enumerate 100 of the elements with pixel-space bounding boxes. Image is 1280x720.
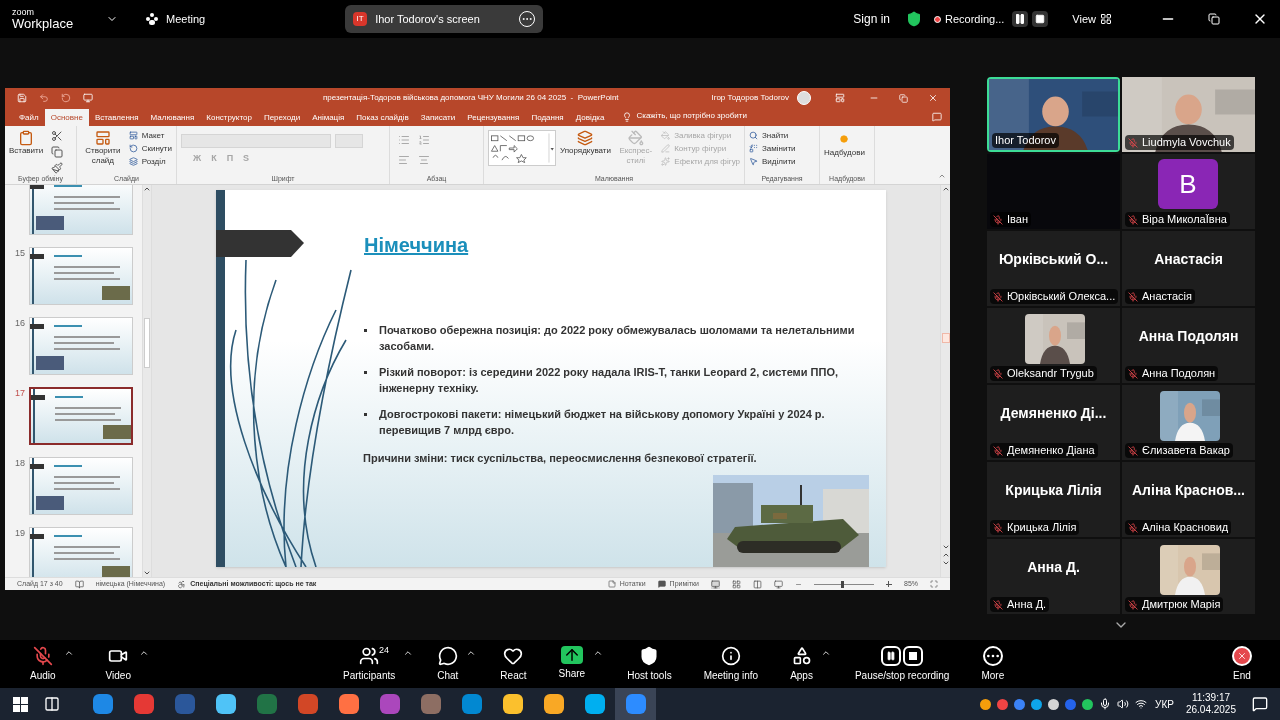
participant-tile[interactable]: Oleksandr Trygub xyxy=(987,308,1120,383)
ribbon-tab[interactable]: Показ слайдів xyxy=(350,109,415,126)
toolbar-button[interactable]: Share xyxy=(550,645,594,681)
participant-tile[interactable]: Liudmyla Vovchuk xyxy=(1122,77,1255,152)
participant-tile[interactable]: Крицька Лілія Крицька Лілія xyxy=(987,462,1120,537)
participant-tile[interactable]: B Віра МиколаЇвна xyxy=(1122,154,1255,229)
participant-tile[interactable]: Єлизавета Вакар xyxy=(1122,385,1255,460)
participant-tile[interactable]: Юрківський О... Юрківський Олекса... xyxy=(987,231,1120,306)
participant-tile[interactable]: Анна Подолян Анна Подолян xyxy=(1122,308,1255,383)
scroll-up-icon[interactable] xyxy=(941,185,950,193)
tray-icon[interactable] xyxy=(1048,698,1060,710)
participant-tile[interactable]: Аліна Краснов... Аліна Красновид xyxy=(1122,462,1255,537)
participant-tile[interactable]: Анна Д. Анна Д. xyxy=(987,539,1120,614)
book-icon[interactable] xyxy=(74,579,84,589)
ribbon-button[interactable]: Скинути xyxy=(128,143,172,154)
toolbar-button[interactable]: Meeting info xyxy=(695,645,767,683)
zoom-in-icon[interactable] xyxy=(886,581,892,587)
grid-icon[interactable] xyxy=(1100,13,1112,25)
toolbar-button[interactable]: Apps xyxy=(782,645,821,683)
copy-icon[interactable] xyxy=(51,146,64,158)
user-avatar[interactable] xyxy=(797,91,811,105)
participant-tile[interactable]: Іван xyxy=(987,154,1120,229)
slide-thumbnail[interactable] xyxy=(29,387,133,445)
normal-view-icon[interactable] xyxy=(711,579,720,589)
toolbar-button[interactable]: 24 Participants xyxy=(335,645,404,683)
restore-icon[interactable] xyxy=(1208,13,1220,25)
meeting-button[interactable]: Meeting xyxy=(166,10,206,28)
stop-icon[interactable] xyxy=(1032,11,1049,27)
clock-time[interactable]: 11:39:17 xyxy=(1191,692,1231,704)
ribbon-tab[interactable]: Подання xyxy=(525,109,570,126)
ribbon-tab[interactable]: Вставлення xyxy=(88,109,145,126)
ribbon-tab[interactable]: Файл xyxy=(13,109,45,126)
speaker-icon[interactable] xyxy=(1117,698,1130,710)
slide-canvas[interactable] xyxy=(216,190,886,567)
collapse-ribbon-icon[interactable] xyxy=(938,172,946,180)
toolbar-button[interactable]: Audio xyxy=(22,645,64,683)
wifi-icon[interactable] xyxy=(1135,698,1148,710)
previous-slide-icon[interactable] xyxy=(941,551,950,559)
save-icon[interactable] xyxy=(17,93,27,103)
slideshow-icon[interactable] xyxy=(774,579,783,589)
share-label: Ihor Todorov's screen xyxy=(375,11,481,27)
participant-tile[interactable]: Ihor Todorov xyxy=(987,77,1120,152)
share-indicator[interactable]: IT Ihor Todorov's screen xyxy=(345,5,544,33)
ribbon-button[interactable]: Виділити xyxy=(749,156,796,167)
clock-date[interactable]: 26.04.2025 xyxy=(1185,704,1236,716)
ribbon-tab[interactable]: Переходи xyxy=(257,109,307,126)
ribbon-button[interactable]: Створити слайд xyxy=(81,130,125,166)
ribbon-button[interactable]: Надбудови xyxy=(824,130,865,158)
ribbon-tab[interactable]: Конструктор xyxy=(200,109,258,126)
sorter-view-icon[interactable] xyxy=(732,579,741,589)
ribbon-tab[interactable]: Анімація xyxy=(306,109,351,126)
language-indicator[interactable]: УКР xyxy=(1155,696,1174,712)
toolbar-button[interactable]: Host tools xyxy=(619,645,680,683)
cut-icon[interactable] xyxy=(51,130,64,142)
ribbon-options-icon[interactable] xyxy=(835,93,845,103)
scrollbar-thumb[interactable] xyxy=(941,333,950,343)
ribbon-tab[interactable]: Записати xyxy=(414,109,462,126)
comments-icon[interactable] xyxy=(932,112,942,122)
tray-icon[interactable] xyxy=(980,698,992,710)
ribbon-tab[interactable]: Малювання xyxy=(144,109,201,126)
toolbar-button[interactable]: React xyxy=(492,645,535,683)
scroll-down-icon[interactable] xyxy=(143,569,151,577)
brush-icon[interactable] xyxy=(51,162,64,174)
mic-icon[interactable] xyxy=(1099,698,1112,710)
next-slide-icon[interactable] xyxy=(941,559,950,567)
shapes-gallery-drawing[interactable] xyxy=(488,130,557,166)
scroll-up-icon[interactable] xyxy=(143,185,151,193)
sign-in-link[interactable]: Sign in xyxy=(853,10,891,28)
scroll-down-icon[interactable] xyxy=(941,543,950,551)
tray-icon[interactable] xyxy=(1014,698,1026,710)
ribbon-button[interactable]: Вставити xyxy=(9,130,44,156)
tray-icon[interactable] xyxy=(1082,698,1094,710)
toolbar-button[interactable]: Pause/stop recording xyxy=(846,645,958,683)
pause-icon[interactable] xyxy=(1012,11,1029,27)
toolbar-button[interactable]: Video xyxy=(97,645,139,683)
ribbon-button[interactable]: Розділ xyxy=(128,156,172,167)
ribbon-tab[interactable]: Основне xyxy=(44,109,89,126)
font-size-field[interactable] xyxy=(335,134,363,148)
font-name-field[interactable] xyxy=(181,134,331,148)
toolbar-button[interactable]: Chat xyxy=(429,645,467,683)
ribbon-tab[interactable]: Довідка xyxy=(569,109,611,126)
notifications-icon[interactable] xyxy=(1252,696,1268,712)
participant-tile[interactable]: Анастасія Анастасія xyxy=(1122,231,1255,306)
view-button[interactable]: View xyxy=(1072,10,1096,28)
present-icon[interactable] xyxy=(83,93,93,103)
ribbon-button[interactable]: Знайти xyxy=(749,130,796,141)
task-view-icon[interactable] xyxy=(44,696,60,712)
toolbar-button[interactable]: More xyxy=(973,645,1013,683)
ribbon-button[interactable]: Упорядкувати xyxy=(560,130,611,156)
tray-icon[interactable] xyxy=(1031,698,1043,710)
zoom-slider-thumb[interactable] xyxy=(841,580,844,588)
ribbon-button[interactable]: Замінити xyxy=(749,143,796,154)
scrollbar-thumb[interactable] xyxy=(144,318,150,368)
ribbon-tab[interactable]: Рецензування xyxy=(461,109,526,126)
ribbon-button[interactable]: Макет xyxy=(128,130,172,141)
tell-me-field[interactable]: Скажіть, що потрібно зробити xyxy=(636,110,747,122)
participant-tile[interactable]: Дмитрюк Марія xyxy=(1122,539,1255,614)
participant-tile[interactable]: Демяненко Ді... Демяненко Діана xyxy=(987,385,1120,460)
toolbar-button[interactable]: End xyxy=(1224,645,1260,683)
reading-view-icon[interactable] xyxy=(753,579,762,589)
